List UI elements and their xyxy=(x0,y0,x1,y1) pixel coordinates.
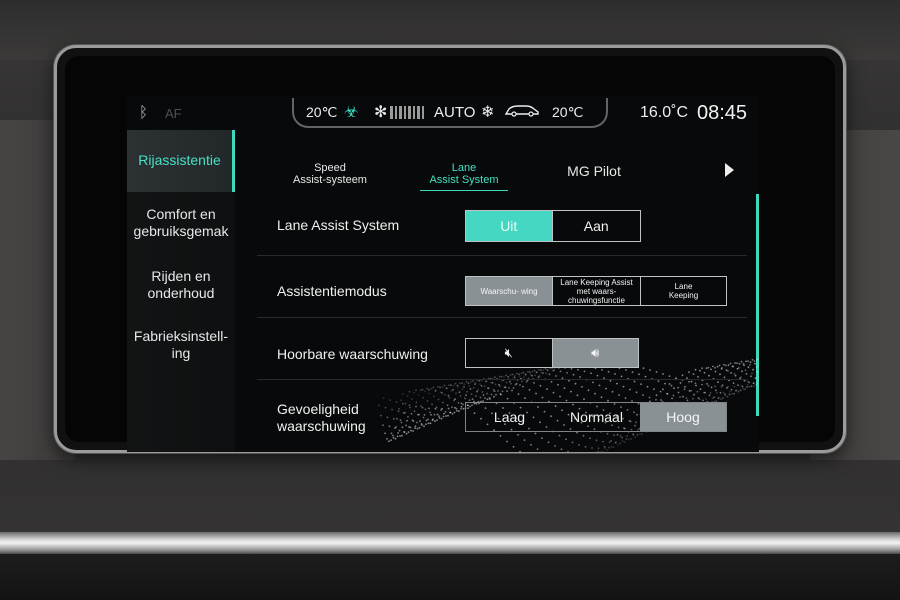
assist-mode-label: Assistentiemodus xyxy=(277,283,387,299)
chrome-trim xyxy=(0,532,900,554)
settings-sidebar: Rijassistentie Comfort en gebruiksgemak … xyxy=(127,130,235,452)
bluetooth-icon: ᛒ xyxy=(139,104,149,121)
speaker-icon[interactable]: 🔊︎ xyxy=(552,339,638,367)
lane-assist-toggle[interactable]: Uit Aan xyxy=(465,210,641,242)
sensitivity-label-line2: waarschuwing xyxy=(277,418,366,434)
row-lane-assist: Lane Assist System Uit Aan xyxy=(247,194,747,256)
lane-assist-label: Lane Assist System xyxy=(277,217,400,233)
option-aan[interactable]: Aan xyxy=(553,211,641,241)
mute-icon[interactable]: 🔇︎ xyxy=(466,339,553,367)
sidebar-item-rijden[interactable]: Rijden en onderhoud xyxy=(127,268,235,302)
defrost-icon[interactable]: ☣ xyxy=(344,102,358,122)
infotainment-screen: ᛒ AF 20℃ ☣ ✻ AUTO ❄ 20℃ 16.0˚C 08:45 Rij… xyxy=(127,96,759,452)
sensitivity-label-line1: Gevoeligheid xyxy=(277,401,359,417)
climate-bar[interactable]: 20℃ ☣ ✻ AUTO ❄ 20℃ xyxy=(292,98,608,128)
option-normaal[interactable]: Normaal xyxy=(553,403,640,431)
clock: 08:45 xyxy=(697,102,748,124)
fan-speed-bars xyxy=(390,106,424,119)
sidebar-item-label: Comfort en gebruiksgemak xyxy=(133,206,229,239)
outside-temperature: 16.0˚C xyxy=(640,104,689,121)
option-lane-keeping-assist[interactable]: Lane Keeping Assist met waars- chuwingsf… xyxy=(553,277,641,305)
sidebar-item-rijassistentie[interactable]: Rijassistentie xyxy=(127,130,235,192)
sensitivity-selector[interactable]: Laag Normaal Hoog xyxy=(465,402,727,432)
tab-mg-pilot[interactable]: MG Pilot xyxy=(549,163,639,179)
tab-bar: Speed Assist-systeem Lane Assist System … xyxy=(257,130,759,192)
scroll-indicator[interactable] xyxy=(756,194,759,416)
climate-auto-label[interactable]: AUTO xyxy=(434,104,475,121)
air-recirculation-icon[interactable] xyxy=(504,103,540,117)
option-lane-keeping[interactable]: Lane Keeping xyxy=(641,277,726,305)
sidebar-item-fabrieksinstelling[interactable]: Fabrieksinstell- ing xyxy=(127,328,235,362)
tab-label: MG Pilot xyxy=(567,163,621,179)
audible-warning-toggle[interactable]: 🔇︎ 🔊︎ xyxy=(465,338,639,368)
row-audible-warning: Hoorbare waarschuwing 🔇︎ 🔊︎ xyxy=(247,318,747,380)
tab-speed-assist[interactable]: Speed Assist-systeem xyxy=(275,162,385,186)
lower-dashboard xyxy=(0,554,900,600)
sidebar-item-label: Rijden en onderhoud xyxy=(147,268,215,301)
option-uit[interactable]: Uit xyxy=(466,211,553,241)
fan-icon[interactable]: ✻ xyxy=(374,102,387,122)
tab-lane-assist[interactable]: Lane Assist System xyxy=(420,162,508,191)
tab-label-line2: Assist System xyxy=(429,174,499,186)
option-waarschuwing[interactable]: Waarschu- wing xyxy=(466,277,553,305)
sidebar-item-label: Fabrieksinstell- ing xyxy=(133,328,229,361)
af-indicator: AF xyxy=(165,106,182,121)
row-assist-mode: Assistentiemodus Waarschu- wing Lane Kee… xyxy=(247,256,747,318)
sidebar-item-label: Rijassistentie xyxy=(138,152,221,168)
option-laag[interactable]: Laag xyxy=(466,403,553,431)
sidebar-item-comfort[interactable]: Comfort en gebruiksgemak xyxy=(127,206,235,240)
tab-label-line1: Lane xyxy=(451,162,477,174)
assist-mode-selector[interactable]: Waarschu- wing Lane Keeping Assist met w… xyxy=(465,276,727,306)
audible-warning-label: Hoorbare waarschuwing xyxy=(277,346,428,362)
tab-label-line2: Assist-systeem xyxy=(293,174,367,186)
tab-next-arrow-icon[interactable] xyxy=(725,163,734,177)
temperature-right[interactable]: 20℃ xyxy=(552,104,583,121)
ac-snowflake-icon[interactable]: ❄ xyxy=(481,102,494,122)
tab-label-line1: Speed xyxy=(314,162,346,174)
option-hoog[interactable]: Hoog xyxy=(640,403,726,431)
sensitivity-label: Gevoeligheid waarschuwing xyxy=(277,401,366,435)
temperature-left[interactable]: 20℃ xyxy=(306,104,337,121)
row-warning-sensitivity: Gevoeligheid waarschuwing Laag Normaal H… xyxy=(247,380,747,442)
status-bar: ᛒ AF 20℃ ☣ ✻ AUTO ❄ 20℃ 16.0˚C 08:45 xyxy=(127,96,759,130)
